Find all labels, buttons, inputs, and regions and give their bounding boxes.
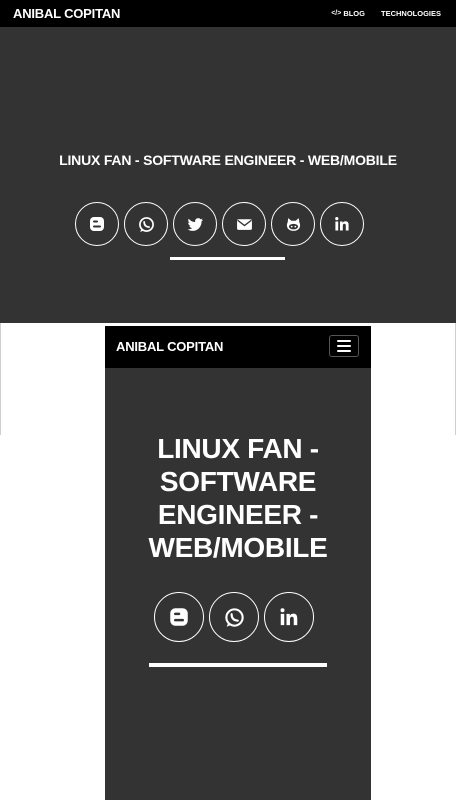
hamburger-menu-icon xyxy=(337,345,351,347)
whatsapp-icon xyxy=(138,216,154,232)
nav-link-blog-label: BLOG xyxy=(343,9,365,18)
code-icon: </> xyxy=(331,10,342,17)
linkedin-icon xyxy=(335,217,349,231)
desktop-hero: LINUX FAN - SOFTWARE ENGINEER - WEB/MOBI… xyxy=(0,27,456,323)
whatsapp-button[interactable] xyxy=(124,202,168,246)
linkedin-button[interactable] xyxy=(264,592,314,642)
twitter-icon xyxy=(187,217,203,231)
nav-link-blog[interactable]: </> BLOG xyxy=(331,9,365,18)
envelope-icon xyxy=(236,218,252,230)
whatsapp-icon xyxy=(224,607,244,627)
nav-link-technologies-label: TECHNOLOGIES xyxy=(380,9,441,18)
hamburger-menu-icon xyxy=(337,340,351,342)
hamburger-menu-button[interactable] xyxy=(329,335,359,357)
desktop-headline: LINUX FAN - SOFTWARE ENGINEER - WEB/MOBI… xyxy=(59,152,397,168)
email-button[interactable] xyxy=(222,202,266,246)
desktop-navbar: ANIBAL COPITAN </> BLOG TECHNOLOGIES xyxy=(0,0,456,27)
desktop-divider xyxy=(170,257,285,260)
blogger-button[interactable] xyxy=(75,202,119,246)
left-edge-line xyxy=(0,323,1,435)
mobile-navbar: ANIBAL COPITAN xyxy=(105,326,371,368)
desktop-brand[interactable]: ANIBAL COPITAN xyxy=(13,6,120,21)
github-button[interactable] xyxy=(271,202,315,246)
blogger-button[interactable] xyxy=(154,592,204,642)
mobile-divider xyxy=(149,663,327,667)
mobile-headline: LINUX FAN - SOFTWARE ENGINEER - WEB/MOBI… xyxy=(105,432,371,564)
desktop-social-icons xyxy=(75,202,364,246)
blogger-icon xyxy=(90,217,104,231)
mobile-headline-line: WEB/MOBILE xyxy=(148,532,328,563)
whatsapp-button[interactable] xyxy=(209,592,259,642)
mobile-social-icons xyxy=(154,592,314,642)
linkedin-button[interactable] xyxy=(320,202,364,246)
blogger-icon xyxy=(170,608,188,626)
mobile-headline-line: LINUX FAN - xyxy=(157,433,319,464)
mobile-headline-line: SOFTWARE xyxy=(159,466,317,497)
linkedin-icon xyxy=(280,608,298,626)
mobile-view: ANIBAL COPITAN LINUX FAN - SOFTWARE ENGI… xyxy=(105,326,371,800)
github-icon xyxy=(286,217,300,231)
mobile-brand[interactable]: ANIBAL COPITAN xyxy=(116,339,223,354)
twitter-button[interactable] xyxy=(173,202,217,246)
nav-link-technologies[interactable]: TECHNOLOGIES xyxy=(381,9,441,18)
hamburger-menu-icon xyxy=(337,350,351,352)
mobile-headline-line: ENGINEER - xyxy=(157,499,319,530)
desktop-nav-links: </> BLOG TECHNOLOGIES xyxy=(331,9,441,18)
